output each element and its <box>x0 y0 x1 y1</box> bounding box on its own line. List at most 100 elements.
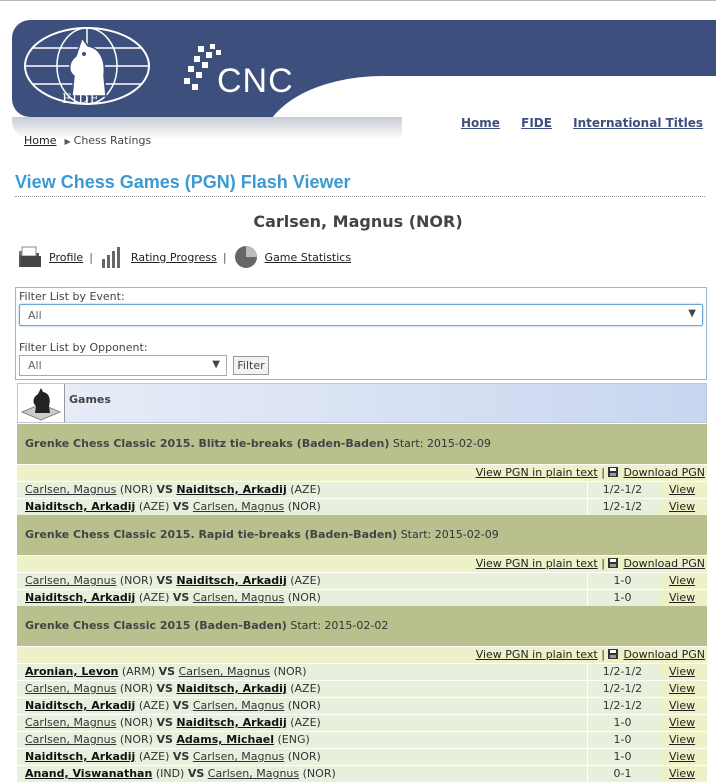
game-result: 0-1 <box>587 766 657 782</box>
white-player-link[interactable]: Anand, Viswanathan <box>25 767 152 780</box>
nav-fide[interactable]: FIDE <box>521 116 552 130</box>
white-country: (ARM) <box>121 665 156 678</box>
breadcrumb-home[interactable]: Home <box>24 134 56 147</box>
white-country: (AZE) <box>138 750 170 763</box>
vs-label: VS <box>172 699 190 712</box>
event-pgn-links: View PGN in plain text | Download PGN <box>17 646 707 663</box>
view-pgn-plain-link[interactable]: View PGN in plain text <box>476 648 598 661</box>
event-start-date: 2015-02-09 <box>434 528 499 541</box>
download-pgn-link[interactable]: Download PGN <box>623 466 705 479</box>
vs-label: VS <box>156 733 173 746</box>
bar-chart-icon[interactable] <box>99 245 125 269</box>
view-pgn-plain-link[interactable]: View PGN in plain text <box>476 557 598 570</box>
view-game-cell: View <box>659 749 707 765</box>
view-game-link[interactable]: View <box>669 500 695 513</box>
fide-wordmark: FIDE <box>62 92 101 107</box>
view-game-link[interactable]: View <box>669 750 695 763</box>
vs-label: VS <box>187 767 205 780</box>
white-country: (IND) <box>155 767 185 780</box>
game-players: Carlsen, Magnus (NOR) VS Naiditsch, Arka… <box>17 681 587 697</box>
black-player-link[interactable]: Carlsen, Magnus <box>193 591 284 604</box>
black-player-link[interactable]: Adams, Michael <box>176 733 274 746</box>
black-player-link[interactable]: Naiditsch, Arkadij <box>176 574 286 587</box>
game-players: Naiditsch, Arkadij (AZE) VS Carlsen, Mag… <box>17 698 587 714</box>
floppy-disk-icon <box>608 649 619 659</box>
opponent-filter-value: All <box>28 359 42 372</box>
white-player-link[interactable]: Naiditsch, Arkadij <box>25 591 135 604</box>
filter-button[interactable]: Filter <box>233 356 269 375</box>
black-player-link[interactable]: Carlsen, Magnus <box>193 750 284 763</box>
game-result: 1-0 <box>587 590 657 606</box>
game-result: 1/2-1/2 <box>587 482 657 498</box>
view-game-link[interactable]: View <box>669 682 695 695</box>
black-player-link[interactable]: Carlsen, Magnus <box>208 767 299 780</box>
game-players: Carlsen, Magnus (NOR) VS Naiditsch, Arka… <box>17 482 587 498</box>
event-pgn-links: View PGN in plain text | Download PGN <box>17 464 707 481</box>
game-result: 1/2-1/2 <box>587 499 657 515</box>
link-separator: | <box>601 648 605 661</box>
rating-progress-link[interactable]: Rating Progress <box>131 251 217 264</box>
game-row: Aronian, Levon (ARM) VS Carlsen, Magnus … <box>17 663 707 680</box>
vs-label: VS <box>156 574 173 587</box>
black-country: (AZE) <box>290 716 321 729</box>
black-country: (AZE) <box>290 682 321 695</box>
black-player-link[interactable]: Naiditsch, Arkadij <box>176 682 286 695</box>
white-player-link[interactable]: Naiditsch, Arkadij <box>25 500 135 513</box>
view-game-link[interactable]: View <box>669 733 695 746</box>
folder-icon[interactable] <box>17 245 43 269</box>
view-game-cell: View <box>659 482 707 498</box>
white-player-link[interactable]: Carlsen, Magnus <box>25 733 116 746</box>
view-game-cell: View <box>659 681 707 697</box>
download-pgn-link[interactable]: Download PGN <box>623 557 705 570</box>
view-game-link[interactable]: View <box>669 591 695 604</box>
view-game-cell: View <box>659 715 707 731</box>
game-statistics-link[interactable]: Game Statistics <box>265 251 352 264</box>
white-player-link[interactable]: Carlsen, Magnus <box>25 574 116 587</box>
game-players: Carlsen, Magnus (NOR) VS Adams, Michael … <box>17 732 587 748</box>
nav-international-titles[interactable]: International Titles <box>573 116 703 130</box>
view-game-link[interactable]: View <box>669 483 695 496</box>
black-player-link[interactable]: Carlsen, Magnus <box>193 699 284 712</box>
event-header: Grenke Chess Classic 2015. Blitz tie-bre… <box>17 424 707 464</box>
games-label: Games <box>69 393 111 406</box>
site-header: FIDE CNC World Ch Home FIDE Internationa… <box>12 20 716 166</box>
view-game-link[interactable]: View <box>669 716 695 729</box>
white-player-link[interactable]: Carlsen, Magnus <box>25 483 116 496</box>
white-player-link[interactable]: Naiditsch, Arkadij <box>25 699 135 712</box>
view-game-link[interactable]: View <box>669 574 695 587</box>
view-pgn-plain-link[interactable]: View PGN in plain text <box>476 466 598 479</box>
profile-link[interactable]: Profile <box>49 251 83 264</box>
opponent-filter-select[interactable]: All ▼ <box>19 355 227 376</box>
black-player-link[interactable]: Naiditsch, Arkadij <box>176 483 286 496</box>
download-pgn-link[interactable]: Download PGN <box>623 648 705 661</box>
black-player-link[interactable]: Carlsen, Magnus <box>193 500 284 513</box>
game-result: 1/2-1/2 <box>587 698 657 714</box>
view-game-link[interactable]: View <box>669 767 695 780</box>
filter-panel: Filter List by Event: All ▼ Filter List … <box>15 287 707 380</box>
event-header: Grenke Chess Classic 2015 (Baden-Baden) … <box>17 606 707 646</box>
chess-knight-icon <box>18 384 65 422</box>
white-country: (NOR) <box>119 716 153 729</box>
game-result: 1/2-1/2 <box>587 664 657 680</box>
event-start-date: 2015-02-02 <box>324 619 389 632</box>
pie-chart-icon[interactable] <box>233 245 259 269</box>
white-player-link[interactable]: Naiditsch, Arkadij <box>25 750 135 763</box>
nav-home[interactable]: Home <box>461 116 500 130</box>
page-title: View Chess Games (PGN) Flash Viewer <box>15 172 351 192</box>
breadcrumb: Home ▶ Chess Ratings <box>24 134 151 147</box>
vs-label: VS <box>156 682 173 695</box>
view-game-link[interactable]: View <box>669 665 695 678</box>
view-game-link[interactable]: View <box>669 699 695 712</box>
white-player-link[interactable]: Aronian, Levon <box>25 665 118 678</box>
game-result: 1/2-1/2 <box>587 681 657 697</box>
white-player-link[interactable]: Carlsen, Magnus <box>25 716 116 729</box>
black-player-link[interactable]: Carlsen, Magnus <box>179 665 270 678</box>
player-name: Carlsen, Magnus (NOR) <box>253 212 463 231</box>
white-player-link[interactable]: Carlsen, Magnus <box>25 682 116 695</box>
title-divider <box>15 196 705 197</box>
game-row: Carlsen, Magnus (NOR) VS Naiditsch, Arka… <box>17 714 707 731</box>
link-separator: | <box>89 250 93 264</box>
games-header: Games <box>17 383 707 423</box>
black-player-link[interactable]: Naiditsch, Arkadij <box>176 716 286 729</box>
event-filter-select[interactable]: All ▼ <box>19 304 703 326</box>
